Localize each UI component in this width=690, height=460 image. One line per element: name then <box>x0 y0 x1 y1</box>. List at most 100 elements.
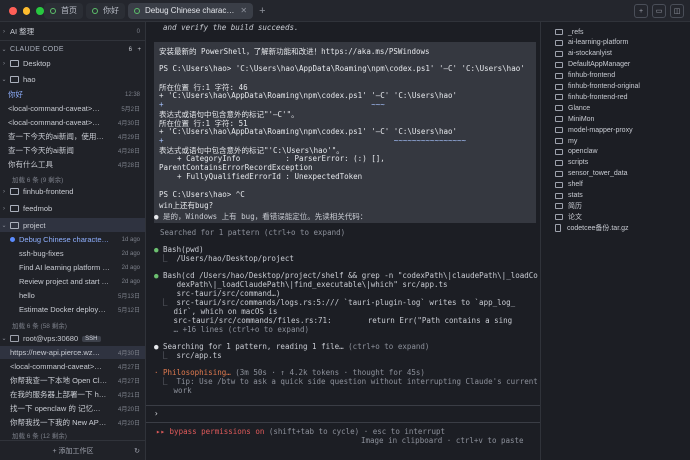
prompt-input[interactable]: › <box>146 405 540 423</box>
session-label: hello <box>19 291 35 300</box>
bypass-indicator[interactable]: ▸▸ bypass permissions on <box>156 427 264 436</box>
folder-item[interactable]: my <box>555 136 577 146</box>
active-dot-icon <box>10 237 15 242</box>
status-icon <box>50 7 56 14</box>
search-file-text: src/app.ts <box>176 351 222 360</box>
session-label: Debug Chinese characte… <box>19 235 110 244</box>
session-item[interactable]: 你有什么工具 4月28日 <box>0 158 145 171</box>
window-icon[interactable]: ▭ <box>652 4 666 18</box>
session-item[interactable]: <local-command-caveat>… 4月30日 <box>0 116 145 129</box>
session-item[interactable]: Review project and start … 2d ago <box>0 275 145 288</box>
tab-label: Debug Chinese charac… <box>145 6 235 15</box>
session-item[interactable]: 在我的服务器上部署一下 h… 4月21日 <box>0 388 145 401</box>
refresh-icon[interactable]: ↻ <box>134 447 140 455</box>
folder-hao[interactable]: ⌄ hao <box>0 73 145 86</box>
minimize-window-button[interactable] <box>22 6 31 15</box>
user-message-line: + FullyQualifiedErrorId : UnexpectedToke… <box>159 172 363 181</box>
load-more-link[interactable]: 加载 6 条 (9 剩余) <box>0 172 145 185</box>
folder-item[interactable]: ai-learning-platform <box>555 38 628 48</box>
folder-item[interactable]: 论文 <box>555 212 582 222</box>
close-window-button[interactable] <box>9 6 17 15</box>
add-icon[interactable]: + <box>634 4 648 18</box>
file-name: 论文 <box>568 214 582 222</box>
file-name: codetcee备份.tar.gz <box>567 225 629 233</box>
chevron-down-icon: ⌄ <box>1 47 7 53</box>
session-item[interactable]: <local-command-caveat>… 5月2日 <box>0 102 145 115</box>
session-item[interactable]: 查一下今天的ai新闻 4月28日 <box>0 144 145 157</box>
session-label: 在我的服务器上部署一下 h… <box>10 390 107 399</box>
folder-item[interactable]: stats <box>555 191 583 201</box>
add-workspace-button[interactable]: + 添加工作区 ↻ <box>0 440 145 460</box>
session-item[interactable]: Find AI learning platform … 2d ago <box>0 261 145 274</box>
session-label: 你有什么工具 <box>8 160 53 169</box>
file-icon <box>555 224 561 233</box>
session-item[interactable]: 找一下 openclaw 的 记忆… 4月20日 <box>0 402 145 415</box>
tab-home[interactable]: 首页 <box>44 2 83 19</box>
folder-icon <box>10 221 19 229</box>
tip-line: work <box>160 386 192 396</box>
folder-project[interactable]: ⌄ project <box>0 218 145 232</box>
status-icon <box>92 7 98 14</box>
tool-output-more[interactable]: … +16 lines (ctrl+o to expand) <box>160 325 309 335</box>
folder-item[interactable]: MiniMon <box>555 114 594 124</box>
session-label: <local-command-caveat>… <box>10 362 102 371</box>
file-name: finhub-frontend <box>568 72 616 80</box>
tab-hello[interactable]: 你好 <box>86 2 125 19</box>
bullet-icon: ● <box>154 245 164 254</box>
session-item[interactable]: 查一下今天的ai新闻，使用… 4月29日 <box>0 130 145 143</box>
sidebar-toggle-icon[interactable]: ◫ <box>670 4 684 18</box>
session-item[interactable]: ssh-bug-fixes 2d ago <box>0 247 145 260</box>
folder-item[interactable]: finhub-frontend <box>555 71 615 81</box>
workspace-vps[interactable]: ⌄ root@vps:30680 SSH <box>0 332 145 345</box>
add-workspace-icon[interactable]: + <box>137 47 141 53</box>
server-icon <box>10 335 19 342</box>
folder-item[interactable]: ai-stockanlyist <box>555 49 612 59</box>
folder-item[interactable]: 简历 <box>555 201 582 211</box>
folder-item[interactable]: finhub-frontend-red <box>555 92 628 102</box>
folder-item[interactable]: DefaultAppManager <box>555 60 630 70</box>
new-tab-icon[interactable]: + <box>259 5 265 17</box>
file-item[interactable]: codetcee备份.tar.gz <box>555 223 628 233</box>
folder-desktop[interactable]: › Desktop <box>0 57 145 70</box>
search-summary[interactable]: Searched for 1 pattern (ctrl+o to expand… <box>160 228 345 238</box>
claude-code-section-header[interactable]: ⌄ CLAUDE CODE 6 + <box>0 43 145 56</box>
session-item[interactable]: 你好 12:38 <box>0 88 145 101</box>
session-item[interactable]: 你帮我查一下本地 Open Cl… 4月27日 <box>0 374 145 387</box>
session-item[interactable]: Estimate Docker deploym… 5月12日 <box>0 303 145 316</box>
session-label: ssh-bug-fixes <box>19 249 64 258</box>
folder-item[interactable]: openclaw <box>555 147 598 157</box>
close-icon[interactable]: ✕ <box>240 6 247 15</box>
session-item-selected[interactable]: https://new-api.pierce.wz… 4月30日 <box>0 346 145 359</box>
terminal-pane[interactable]: and verify the build succeeds. 安装最新的 Pow… <box>146 22 540 460</box>
folder-item[interactable]: _refs <box>555 27 584 37</box>
folder-icon <box>555 203 563 210</box>
folder-item[interactable]: sensor_tower_data <box>555 169 628 179</box>
folder-finhub-frontend[interactable]: › finhub-frontend <box>0 185 145 198</box>
folder-item[interactable]: model-mapper-proxy <box>555 125 633 135</box>
folder-icon <box>555 29 563 35</box>
folder-item[interactable]: scripts <box>555 158 588 168</box>
folder-item[interactable]: Glance <box>555 103 590 113</box>
folder-feedmob[interactable]: › feedmob <box>0 202 145 215</box>
tab-debug[interactable]: Debug Chinese charac… ✕ <box>128 2 254 19</box>
zoom-window-button[interactable] <box>36 6 45 15</box>
session-date: 4月21日 <box>117 393 140 399</box>
folder-icon <box>10 188 19 195</box>
load-more-label: 加载 6 条 (12 剩余) <box>12 432 67 440</box>
bullet-icon: ● <box>154 342 164 351</box>
tab-label: 首页 <box>61 6 77 15</box>
load-more-link[interactable]: 加载 6 条 (58 剩余) <box>0 318 145 331</box>
folder-icon <box>555 83 563 90</box>
load-more-label: 加载 6 条 (9 剩余) <box>12 176 64 184</box>
folder-item[interactable]: shelf <box>555 180 583 190</box>
session-item[interactable]: <local-command-caveat>… 4月27日 <box>0 360 145 373</box>
expand-hint[interactable]: (ctrl+o to expand) <box>348 342 429 351</box>
session-item-active[interactable]: Debug Chinese characte… 1d ago <box>0 233 145 246</box>
folder-item[interactable]: finhub-frontend-original <box>555 82 640 92</box>
search-progress-label: Searching for 1 pattern, reading 1 file… <box>163 342 344 351</box>
status-stats: (3m 50s · ↑ 4.2k tokens · thought for 45… <box>235 368 425 377</box>
folder-icon <box>555 170 563 177</box>
claude-code-label: CLAUDE CODE <box>10 46 64 53</box>
session-item[interactable]: hello 5月13日 <box>0 289 145 302</box>
ai-section-header[interactable]: › AI 整理 0 <box>0 25 145 38</box>
